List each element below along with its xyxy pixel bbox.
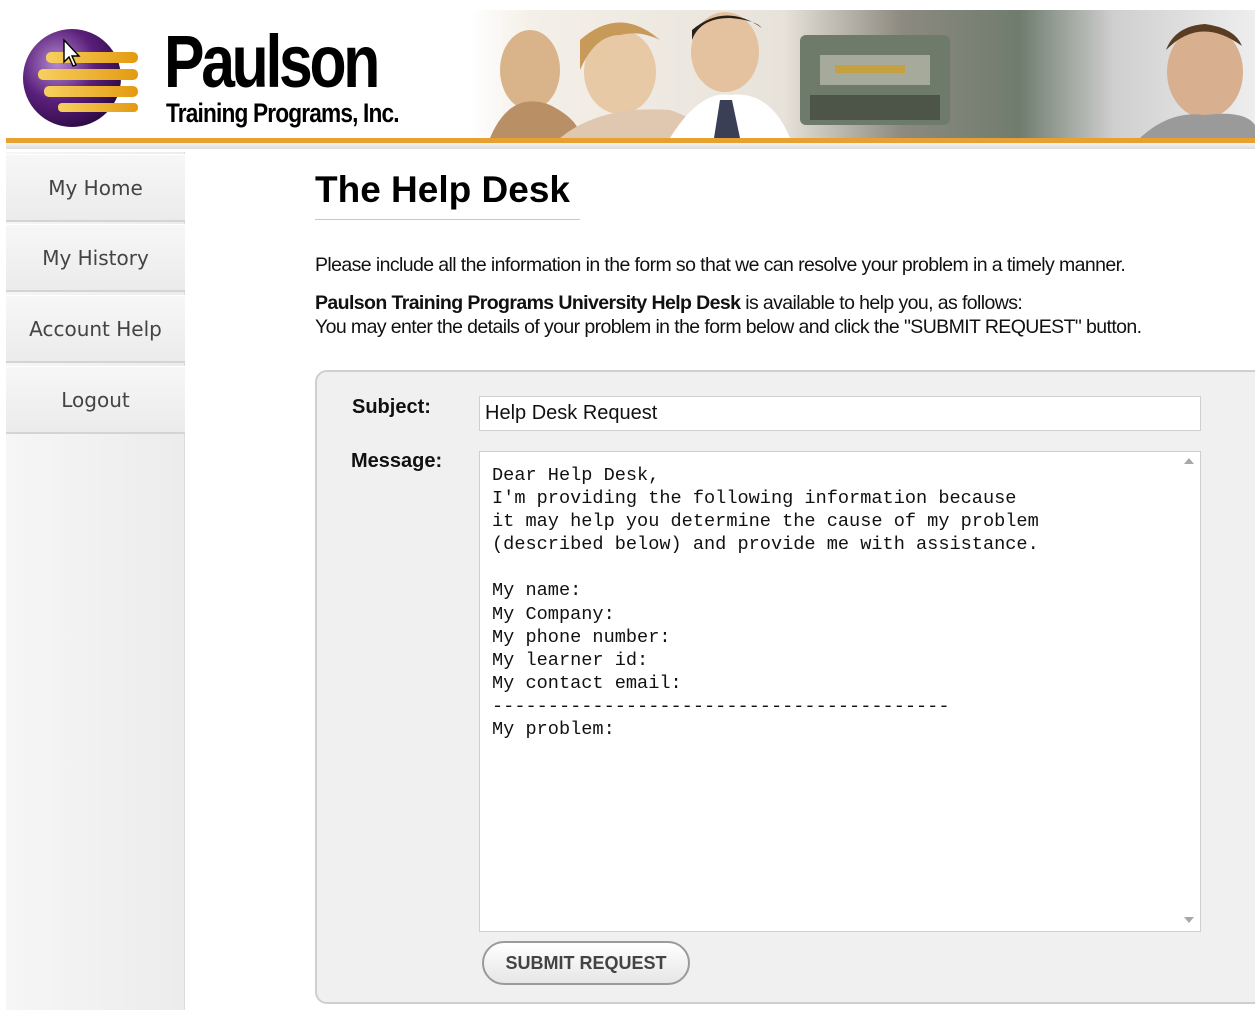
availability-rest: is available to help you, as follows:	[740, 292, 1023, 314]
message-textarea[interactable]: Dear Help Desk, I'm providing the follow…	[479, 451, 1201, 932]
brand-subtitle: Training Programs, Inc.	[166, 98, 400, 128]
submit-request-button[interactable]: SUBMIT REQUEST	[482, 941, 690, 985]
availability-text: Paulson Training Programs University Hel…	[315, 291, 1023, 315]
title-divider	[315, 219, 580, 220]
sidebar-nav: My Home My History Account Help Logout	[6, 152, 185, 1010]
sidebar-item-my-home[interactable]: My Home	[6, 154, 185, 222]
subject-label: Subject:	[352, 396, 431, 418]
scroll-down-arrow-icon[interactable]	[1184, 917, 1194, 923]
subject-input[interactable]	[479, 396, 1201, 431]
sidebar-item-my-history[interactable]: My History	[6, 224, 185, 292]
brand-name: Paulson	[164, 20, 380, 103]
header-banner-image	[470, 10, 1255, 138]
sidebar-item-account-help[interactable]: Account Help	[6, 295, 185, 363]
header-shadow-rule	[6, 143, 1255, 149]
message-text[interactable]: Dear Help Desk, I'm providing the follow…	[492, 464, 1172, 741]
sidebar-item-logout[interactable]: Logout	[6, 366, 185, 434]
instructions-text: You may enter the details of your proble…	[315, 316, 1142, 338]
help-desk-name: Paulson Training Programs University Hel…	[315, 292, 741, 314]
intro-text: Please include all the information in th…	[315, 254, 1126, 276]
scroll-up-arrow-icon[interactable]	[1184, 458, 1194, 464]
header: Paulson Training Programs, Inc.	[0, 0, 1255, 152]
mouse-cursor-icon	[63, 38, 81, 67]
page-title: The Help Desk	[315, 169, 570, 210]
message-label: Message:	[351, 450, 443, 472]
